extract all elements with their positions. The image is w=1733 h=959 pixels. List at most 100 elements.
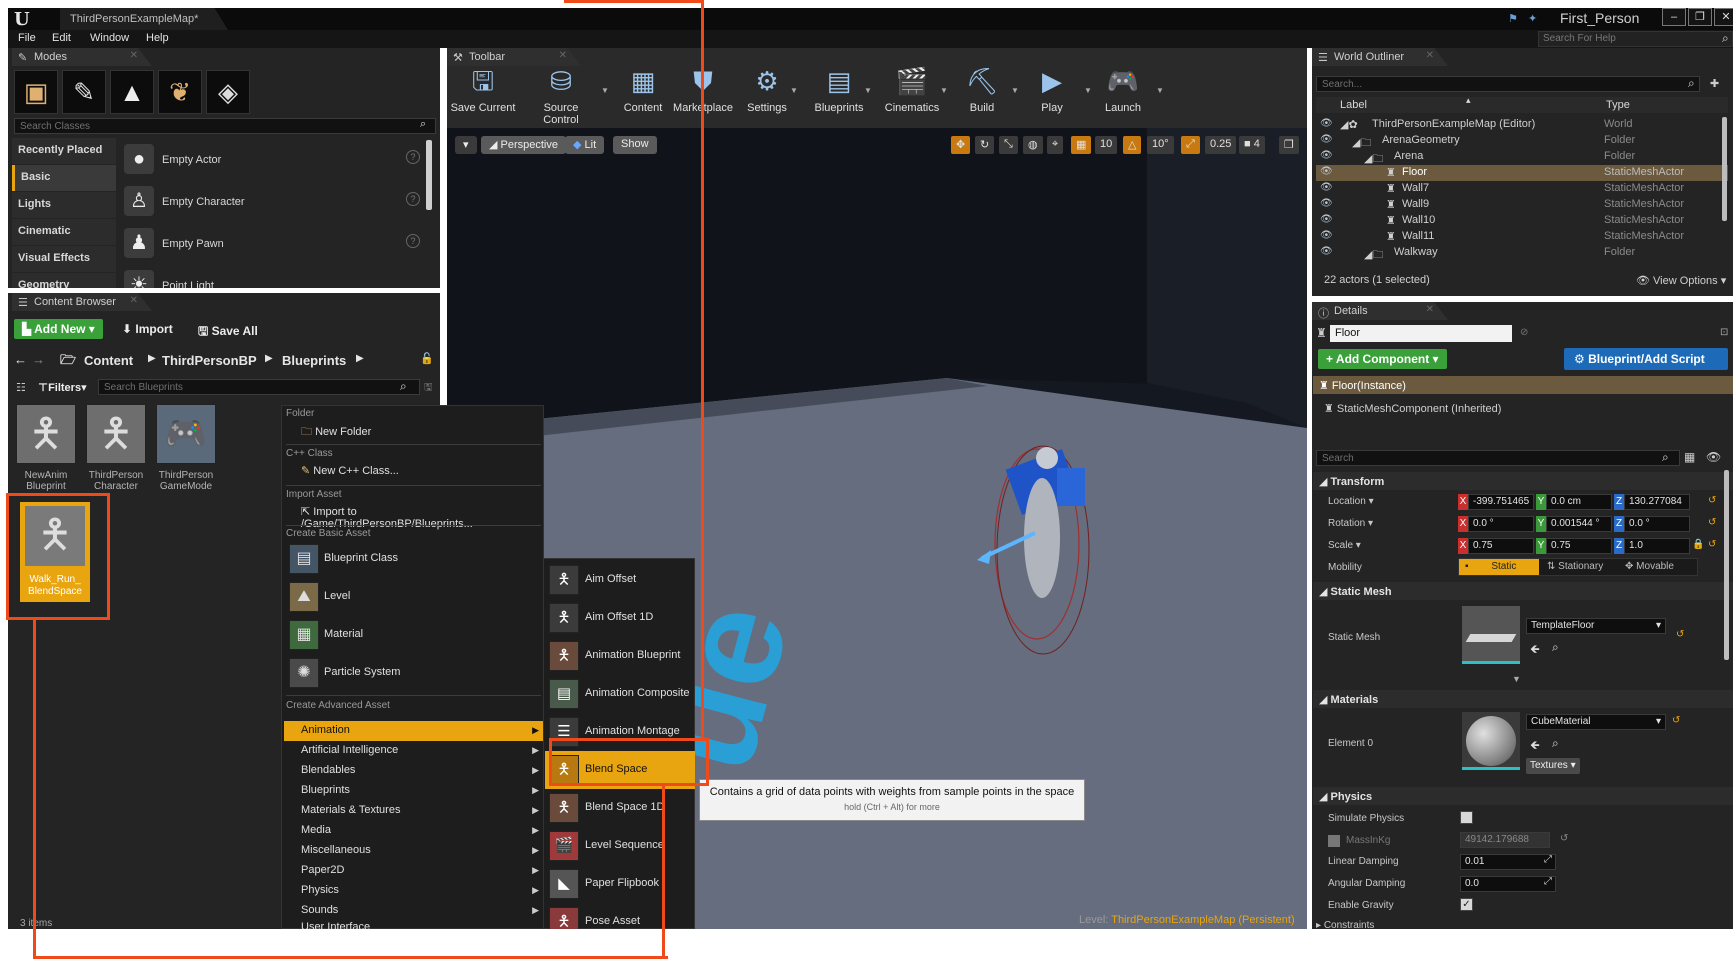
chevron-down-icon[interactable]: ▼ (1156, 86, 1164, 95)
scale-x-field[interactable]: 0.75 (1468, 538, 1534, 554)
lit-button[interactable]: ◆ Lit (565, 136, 605, 154)
asset-thumbnail[interactable]: 🯅 (16, 404, 76, 464)
search-blueprints-input[interactable]: Search Blueprints (98, 379, 420, 395)
translate-tool[interactable]: ✥ (951, 136, 971, 154)
animation-composite-item[interactable]: ▤ Animation Composite (545, 675, 695, 713)
scale-snap-value[interactable]: 0.25 (1205, 136, 1237, 154)
close-button[interactable]: ✕ (1714, 8, 1733, 26)
animation-item[interactable]: Animation ▶ (284, 721, 543, 741)
location-x-field[interactable]: -399.751465 (1468, 494, 1534, 510)
eye-icon[interactable]: 👁 (1706, 450, 1721, 464)
chevron-down-icon[interactable]: ▼ (790, 86, 798, 95)
menu-window[interactable]: Window (90, 32, 129, 44)
asset-thumbnail[interactable]: 🎮 (156, 404, 216, 464)
component-row[interactable]: ♜ StaticMeshComponent (Inherited) (1324, 402, 1501, 415)
category-cinematic[interactable]: Cinematic (12, 219, 116, 245)
physics-item[interactable]: Physics ▶ (284, 881, 543, 901)
constraints-row[interactable]: ▸ Constraints (1316, 920, 1374, 931)
section-materials[interactable]: ◢ Materials (1313, 690, 1733, 708)
paint-mode-button[interactable]: ✎ (62, 70, 106, 114)
maximize-viewport-button[interactable]: ❐ (1279, 136, 1299, 154)
foliage-mode-button[interactable]: ❦ (158, 70, 202, 114)
cinematics-button[interactable]: 🎬 Cinematics (877, 62, 947, 118)
sources-toggle-icon[interactable]: ☷ (16, 381, 26, 394)
section-transform[interactable]: ◢ Transform (1313, 472, 1733, 490)
close-tab-icon[interactable]: ✕ (1426, 304, 1434, 315)
expand-advanced-icon[interactable]: ▼ (1512, 674, 1521, 684)
close-tab-icon[interactable]: ✕ (130, 295, 138, 306)
reset-icon[interactable]: ↺ (1708, 517, 1716, 528)
level-item[interactable]: ⛰ Level (284, 578, 543, 616)
scale-tool[interactable]: ⤡ (999, 136, 1018, 154)
user-interface-item[interactable]: User Interface (284, 921, 543, 929)
rotation-snap-value[interactable]: 10° (1147, 136, 1174, 154)
view-options-button[interactable]: 👁 View Options ▾ (1636, 274, 1726, 287)
mass-override-checkbox[interactable] (1328, 835, 1340, 847)
import-button[interactable]: ⬇ Import (122, 322, 173, 336)
scale-dropdown[interactable]: Scale ▾ (1328, 540, 1361, 551)
mobility-movable[interactable]: ✥ Movable (1619, 559, 1697, 575)
column-type[interactable]: Type (1606, 99, 1630, 111)
save-all-button[interactable]: 🖫 Save All (198, 322, 258, 343)
menu-edit[interactable]: Edit (52, 32, 71, 44)
section-static-mesh[interactable]: ◢ Static Mesh (1313, 582, 1733, 600)
pin-icon[interactable]: ⊡ (1720, 327, 1728, 338)
blueprints-item[interactable]: Blueprints ▶ (284, 781, 543, 801)
search-classes-input[interactable]: Search Classes (14, 118, 436, 134)
material-picker[interactable]: CubeMaterial ▾ (1526, 714, 1666, 730)
particle-system-item[interactable]: ✺ Particle System (284, 654, 543, 692)
add-new-button[interactable]: ▙ Add New ▾ (14, 319, 103, 339)
pose-asset-item[interactable]: 🯅 Pose Asset (545, 903, 695, 929)
scrollbar-thumb[interactable] (1722, 117, 1727, 221)
place-mode-button[interactable]: ▣ (14, 70, 58, 114)
scale-y-field[interactable]: 0.75 (1546, 538, 1612, 554)
miscellaneous-item[interactable]: Miscellaneous ▶ (284, 841, 543, 861)
location-dropdown[interactable]: Location ▾ (1328, 496, 1374, 507)
world-local-toggle[interactable]: ◍ (1023, 136, 1043, 154)
close-tab-icon[interactable]: ✕ (130, 50, 138, 61)
animation-blueprint-item[interactable]: 🯅 Animation Blueprint (545, 637, 695, 675)
category-geometry[interactable]: Geometry (12, 273, 116, 288)
source-control-button[interactable]: ⛁ Source Control (526, 62, 596, 126)
browse-search-icon[interactable]: ⌕ (1552, 640, 1559, 655)
angular-damping-field[interactable]: 0.0 (1460, 876, 1556, 892)
scale-z-field[interactable]: 1.0 (1624, 538, 1690, 554)
ai-item[interactable]: Artificial Intelligence ▶ (284, 741, 543, 761)
help-icon[interactable]: ? (406, 150, 420, 164)
details-search-input[interactable]: Search (1316, 450, 1680, 466)
perspective-button[interactable]: ◢ Perspective (481, 136, 566, 154)
simulate-physics-checkbox[interactable] (1460, 811, 1473, 824)
textures-dropdown[interactable]: Textures ▾ (1526, 758, 1580, 774)
linear-damping-field[interactable]: 0.01 (1460, 854, 1556, 870)
section-physics[interactable]: ◢ Physics (1313, 787, 1733, 805)
paper2d-item[interactable]: Paper2D ▶ (284, 861, 543, 881)
static-mesh-picker[interactable]: TemplateFloor ▾ (1526, 618, 1666, 634)
mobility-stationary[interactable]: ⇅ Stationary (1541, 559, 1617, 575)
mass-field[interactable]: 49142.179688 (1460, 832, 1550, 848)
help-icon[interactable]: ? (406, 192, 420, 206)
eye-icon[interactable]: 👁 (1320, 134, 1333, 145)
lock-icon[interactable]: 🔒 (1692, 539, 1704, 550)
mobility-static[interactable]: ▪ Static (1459, 559, 1539, 575)
component-instance-row[interactable]: ♜ Floor(Instance) (1313, 376, 1733, 394)
eye-icon[interactable]: 👁 (1320, 182, 1333, 193)
outliner-row-selected[interactable]: 👁 ♜ Floor StaticMeshActor (1316, 165, 1728, 181)
category-basic[interactable]: Basic (12, 165, 116, 191)
tab-content-browser[interactable]: ☰ Content Browser ✕ (12, 293, 152, 311)
outliner-row[interactable]: 👁 ◢🗀 Walkway Folder (1316, 245, 1728, 261)
document-tab[interactable]: ThirdPersonExampleMap* (60, 8, 228, 30)
eye-icon[interactable]: 👁 (1320, 118, 1333, 129)
breadcrumb-blueprints[interactable]: Blueprints (282, 353, 346, 368)
rotation-snap-toggle[interactable]: △ (1123, 136, 1142, 154)
column-label[interactable]: Label (1340, 99, 1367, 111)
rotation-x-field[interactable]: 0.0 ° (1468, 516, 1534, 532)
outliner-row[interactable]: 👁 ◢✿ ThirdPersonExampleMap (Editor) Worl… (1316, 117, 1728, 133)
enable-gravity-checkbox[interactable]: ✓ (1460, 898, 1473, 911)
menu-help[interactable]: Help (146, 32, 169, 44)
back-arrow-icon[interactable]: ← (14, 352, 27, 367)
materials-textures-item[interactable]: Materials & Textures ▶ (284, 801, 543, 821)
minimize-button[interactable]: – (1662, 8, 1686, 26)
placeable-point-light[interactable]: ☀ Point Light (122, 266, 422, 288)
outliner-row[interactable]: 👁 ♜ Wall7 StaticMeshActor (1316, 181, 1728, 197)
lock-icon[interactable]: 🔓 (420, 352, 434, 365)
